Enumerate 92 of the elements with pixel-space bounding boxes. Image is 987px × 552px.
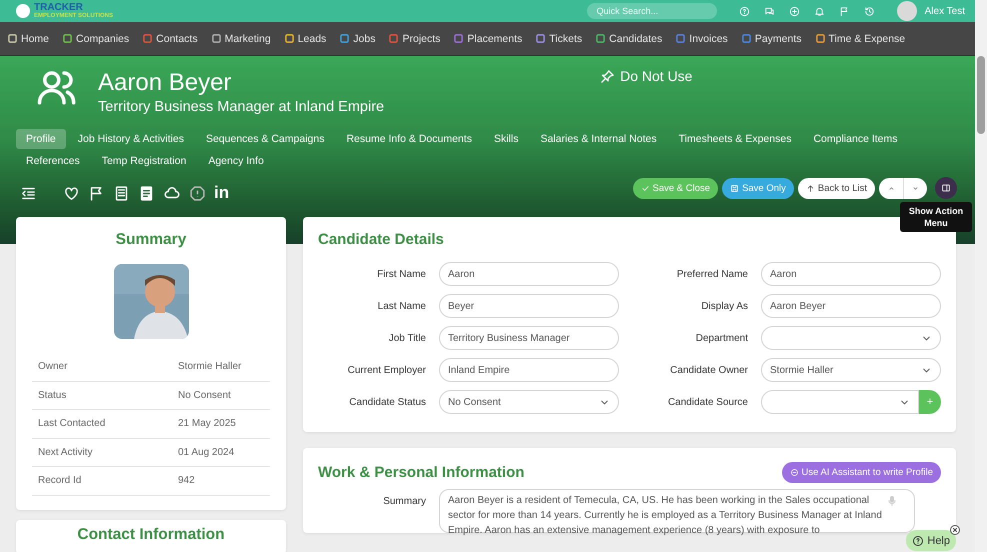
- nav-item[interactable]: Marketing: [212, 32, 271, 44]
- nav-item[interactable]: Home: [8, 32, 50, 44]
- user-avatar[interactable]: [896, 1, 917, 21]
- nav-item[interactable]: Contacts: [143, 32, 198, 44]
- tab[interactable]: Sequences & Campaigns: [196, 129, 334, 149]
- nav-item[interactable]: Time & Expense: [816, 32, 906, 44]
- nav-item[interactable]: Tickets: [536, 32, 582, 44]
- field-label: Preferred Name: [676, 268, 748, 282]
- nav-item[interactable]: Companies: [63, 32, 130, 44]
- tab[interactable]: Skills: [484, 129, 528, 149]
- arrow-up-icon: [806, 184, 815, 192]
- card-title: Summary: [116, 231, 186, 249]
- nav-item[interactable]: Payments: [742, 32, 802, 44]
- scrollbar[interactable]: [975, 0, 987, 552]
- field-label: First Name: [376, 268, 426, 282]
- tab[interactable]: Temp Registration: [92, 151, 196, 171]
- microphone-icon: [886, 494, 898, 508]
- alert-icon: [189, 184, 206, 202]
- input-field[interactable]: Aaron: [439, 262, 619, 286]
- nav-item[interactable]: Invoices: [676, 32, 728, 44]
- pin-label: Do Not Use: [620, 68, 692, 84]
- help-icon: [912, 534, 924, 546]
- document-icon: [138, 184, 155, 202]
- field-label: Summary: [382, 495, 426, 509]
- scrollbar-thumb[interactable]: [977, 56, 985, 134]
- row-label: Last Contacted: [38, 418, 106, 430]
- input-field[interactable]: Aaron: [761, 262, 941, 286]
- nav-item[interactable]: Projects: [389, 32, 440, 44]
- select-field[interactable]: [761, 326, 941, 350]
- row-value: No Consent: [178, 390, 231, 401]
- tab[interactable]: Compliance Items: [803, 129, 908, 149]
- row-value: Stormie Haller: [178, 361, 242, 372]
- save-icon: [730, 184, 740, 192]
- bell-icon: [814, 6, 825, 16]
- back-button[interactable]: Back to List: [798, 178, 875, 198]
- field-label: Last Name: [376, 300, 426, 314]
- field-label: Department: [694, 332, 748, 346]
- record-name: Aaron Beyer: [98, 69, 232, 97]
- input-field[interactable]: Inland Empire: [439, 358, 619, 382]
- linkedin-icon[interactable]: in: [214, 183, 230, 203]
- tab[interactable]: Agency Info: [198, 151, 274, 171]
- input-field[interactable]: Beyer: [439, 294, 619, 318]
- tooltip: Show Action Menu: [900, 202, 972, 232]
- row-value: 01 Aug 2024: [178, 446, 234, 458]
- input-field[interactable]: Territory Business Manager: [439, 326, 619, 350]
- nav-item[interactable]: Placements: [454, 32, 522, 44]
- row-value: 21 May 2025: [178, 418, 236, 430]
- logo-title: TRACKER: [34, 3, 83, 13]
- logo-icon: [16, 4, 30, 18]
- field-label: Display As: [700, 300, 748, 314]
- nav-item[interactable]: Leads: [284, 32, 326, 44]
- pin-icon: [600, 68, 616, 84]
- card-title: Candidate Details: [318, 231, 445, 248]
- input-field[interactable]: Aaron Beyer: [761, 294, 941, 318]
- row-label: Owner: [38, 361, 68, 372]
- card-title: Contact Information: [77, 526, 225, 544]
- card-title: Work & Personal Information: [318, 464, 524, 481]
- select-field[interactable]: Stormie Haller: [761, 358, 941, 382]
- field-label: Job Title: [388, 332, 426, 346]
- summary-field[interactable]: Aaron Beyer is a resident of Temecula, CA, US. He has been working in the Sales occupational sector for more than 14 years. Currently he is employed as a Territory Business Manager at Inland Empire. Aaron has an extensive management experience (8 years) with exposure to: [439, 489, 915, 533]
- record-subtitle: Territory Business Manager at Inland Empire: [98, 99, 384, 115]
- plus-circle-icon: [788, 6, 800, 16]
- flag-icon: [838, 6, 850, 16]
- nav-item[interactable]: Jobs: [340, 32, 376, 44]
- field-label: Candidate Owner: [669, 364, 748, 378]
- select-field[interactable]: [761, 390, 919, 414]
- tab[interactable]: Resume Info & Documents: [336, 129, 482, 149]
- field-label: Current Employer: [346, 364, 426, 378]
- document-icon: [113, 184, 130, 202]
- row-value: 942: [178, 475, 195, 486]
- row-label: Status: [38, 390, 68, 401]
- ai-assistant-button[interactable]: Use AI Assistant to write Profile: [782, 462, 941, 483]
- help-icon: [738, 6, 750, 16]
- history-icon: [864, 6, 875, 16]
- tab[interactable]: Timesheets & Expenses: [668, 129, 802, 149]
- search-field[interactable]: Quick Search...: [586, 3, 717, 19]
- tab[interactable]: Salaries & Internal Notes: [530, 129, 667, 149]
- action-menu-button[interactable]: [935, 177, 957, 199]
- help-button[interactable]: Help: [906, 530, 956, 551]
- user-name: Alex Test: [924, 6, 965, 16]
- select-field[interactable]: No Consent: [439, 390, 619, 414]
- close-icon[interactable]: [950, 525, 960, 535]
- nav-item[interactable]: Candidates: [596, 32, 662, 44]
- heart-icon: [63, 184, 80, 202]
- check-icon: [640, 184, 650, 192]
- tab[interactable]: References: [16, 151, 90, 171]
- panel-icon: [941, 183, 951, 193]
- field-label: Candidate Source: [666, 396, 748, 410]
- field-label: Candidate Status: [348, 396, 426, 410]
- row-label: Next Activity: [38, 446, 94, 458]
- tab[interactable]: Job History & Activities: [68, 129, 194, 149]
- row-label: Record Id: [38, 475, 82, 486]
